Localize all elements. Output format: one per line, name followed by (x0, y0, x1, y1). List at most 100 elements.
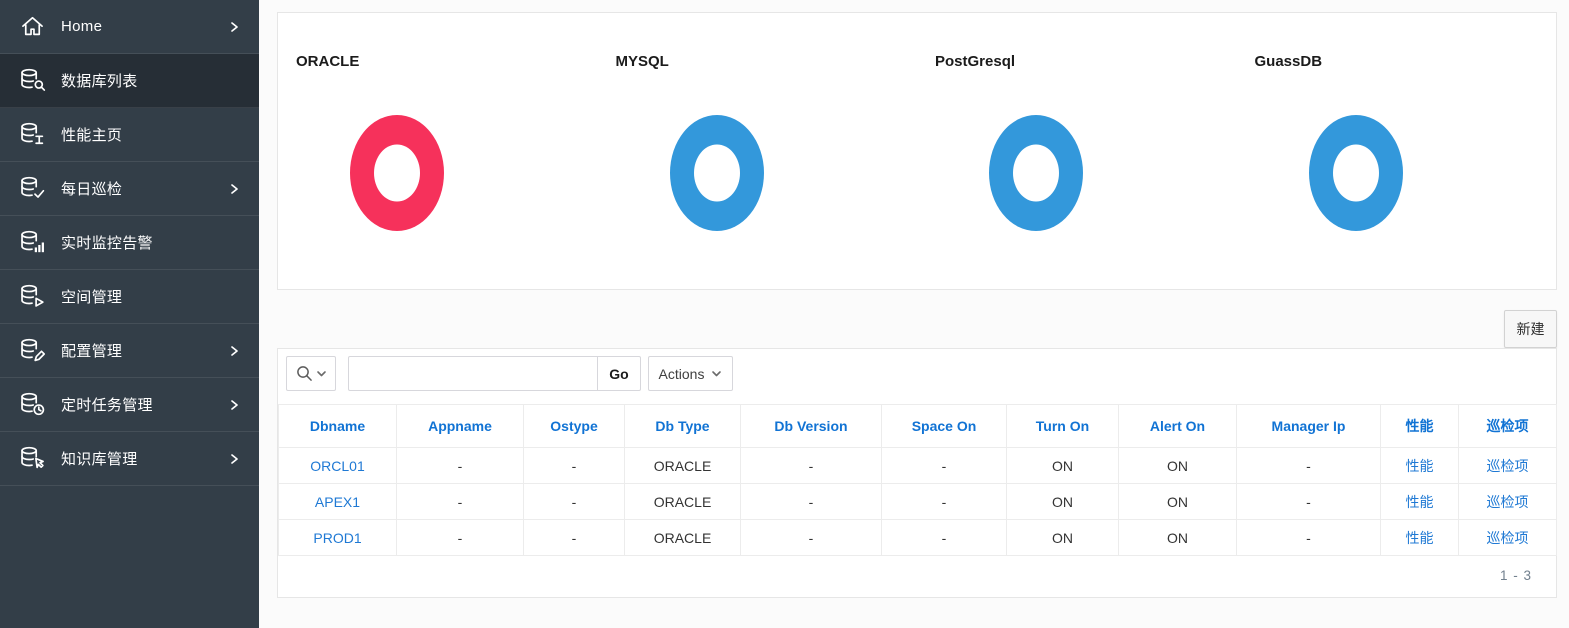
cell-ostype: - (523, 519, 625, 556)
sidebar-item-label: 空间管理 (61, 289, 123, 306)
cell-alert-on: ON (1118, 447, 1237, 484)
database-play-icon (21, 284, 44, 307)
database-clock-icon (21, 392, 45, 416)
chart-title: MYSQL (615, 53, 669, 70)
sidebar-item-label: 每日巡检 (61, 181, 123, 198)
column-header-appname[interactable]: Appname (396, 404, 524, 448)
sidebar-item-label: 定时任务管理 (61, 397, 153, 414)
cell-alert-on: ON (1118, 519, 1237, 556)
column-header-alert-on[interactable]: Alert On (1118, 404, 1237, 448)
cell-appname: - (396, 483, 524, 520)
database-performance-icon (21, 122, 44, 145)
new-button[interactable]: 新建 (1504, 310, 1557, 348)
interactive-report-toolbar: Go Actions (286, 356, 733, 391)
sidebar-item-home[interactable]: Home (0, 0, 259, 54)
dbname-link[interactable]: PROD1 (313, 530, 361, 546)
database-type-charts-card: ORACLE MYSQL PostGresql GuassDB (277, 12, 1557, 290)
donut-chart-postgresql: PostGresql (917, 13, 1237, 289)
donut-ring (1308, 115, 1403, 231)
sidebar-item-performance-home[interactable]: 性能主页 (0, 108, 259, 162)
sidebar-item-realtime-monitoring-alerts[interactable]: 实时监控告警 (0, 216, 259, 270)
cell-performance: 性能 (1380, 447, 1459, 484)
inspection-link[interactable]: 巡检项 (1487, 494, 1529, 510)
performance-link[interactable]: 性能 (1406, 458, 1434, 474)
sidebar-item-scheduled-tasks[interactable]: 定时任务管理 (0, 378, 259, 432)
cell-performance: 性能 (1380, 519, 1459, 556)
sidebar-item-label: 实时监控告警 (61, 235, 153, 252)
sidebar: Home 数据库列表 性能主页 每日巡检 实时监控告警 空间管理 配置管理 定时… (0, 0, 259, 628)
sidebar-item-knowledge-base[interactable]: 知识库管理 (0, 432, 259, 486)
cell-db-version: - (740, 447, 882, 484)
cell-space-on: - (881, 483, 1007, 520)
sidebar-item-label: 性能主页 (61, 127, 123, 144)
cell-space-on: - (881, 519, 1007, 556)
sidebar-item-config-management[interactable]: 配置管理 (0, 324, 259, 378)
database-edit-icon (21, 338, 46, 362)
column-header-performance[interactable]: 性能 (1380, 404, 1459, 448)
cell-turn-on: ON (1006, 447, 1119, 484)
actions-label: Actions (658, 365, 705, 382)
cell-turn-on: ON (1006, 519, 1119, 556)
cell-inspection: 巡检项 (1458, 519, 1557, 556)
table-row: ORCL01 - - ORACLE - - ON ON - 性能 巡检项 (278, 447, 1557, 484)
column-header-dbname[interactable]: Dbname (278, 404, 397, 448)
cell-manager-ip: - (1236, 447, 1381, 484)
table-header-row: Dbname Appname Ostype Db Type Db Version… (278, 404, 1557, 448)
database-chart-icon (21, 230, 44, 253)
chevron-right-icon (231, 399, 238, 410)
cell-ostype: - (523, 483, 625, 520)
database-list-report-card: Go Actions Dbname Appname Ostype Db Type… (277, 348, 1557, 598)
column-header-manager-ip[interactable]: Manager Ip (1236, 404, 1381, 448)
chart-title: PostGresql (935, 53, 1016, 70)
column-header-turn-on[interactable]: Turn On (1006, 404, 1119, 448)
cell-performance: 性能 (1380, 483, 1459, 520)
dbname-link[interactable]: APEX1 (315, 494, 360, 510)
cell-db-version: - (740, 519, 882, 556)
search-icon (296, 366, 312, 381)
column-header-db-version[interactable]: Db Version (740, 404, 882, 448)
cell-dbname: PROD1 (278, 519, 397, 556)
chevron-down-icon (316, 371, 326, 377)
cell-dbname: ORCL01 (278, 447, 397, 484)
cell-turn-on: ON (1006, 483, 1119, 520)
performance-link[interactable]: 性能 (1406, 530, 1434, 546)
chevron-right-icon (231, 345, 238, 356)
chevron-right-icon (231, 183, 238, 194)
actions-button[interactable]: Actions (648, 356, 733, 391)
database-check-icon (21, 176, 45, 198)
dbname-link[interactable]: ORCL01 (310, 458, 364, 474)
column-header-db-type[interactable]: Db Type (624, 404, 741, 448)
cell-db-type: ORACLE (624, 483, 741, 520)
pagination-label: 1 - 3 (1499, 568, 1532, 583)
chevron-down-icon (712, 371, 722, 377)
sidebar-item-label: 知识库管理 (61, 451, 138, 468)
column-header-ostype[interactable]: Ostype (523, 404, 625, 448)
donut-chart-guassdb: GuassDB (1237, 13, 1557, 289)
inspection-link[interactable]: 巡检项 (1487, 530, 1529, 546)
search-input[interactable] (348, 356, 598, 391)
go-button[interactable]: Go (597, 356, 641, 391)
performance-link[interactable]: 性能 (1406, 494, 1434, 510)
sidebar-item-label: 数据库列表 (61, 73, 138, 90)
donut-ring (989, 115, 1083, 231)
cell-space-on: - (881, 447, 1007, 484)
cell-db-type: ORACLE (624, 519, 741, 556)
chevron-right-icon (231, 21, 238, 32)
database-pointer-icon (21, 446, 44, 469)
sidebar-item-label: Home (61, 18, 103, 35)
home-icon (22, 16, 43, 36)
cell-db-type: ORACLE (624, 447, 741, 484)
column-header-inspection[interactable]: 巡检项 (1458, 404, 1557, 448)
search-dropdown-button[interactable] (286, 356, 336, 391)
inspection-link[interactable]: 巡检项 (1487, 458, 1529, 474)
sidebar-item-space-management[interactable]: 空间管理 (0, 270, 259, 324)
table-row: PROD1 - - ORACLE - - ON ON - 性能 巡检项 (278, 519, 1557, 556)
cell-appname: - (396, 519, 524, 556)
sidebar-item-database-list[interactable]: 数据库列表 (0, 54, 259, 108)
cell-manager-ip: - (1236, 483, 1381, 520)
cell-appname: - (396, 447, 524, 484)
chevron-right-icon (231, 453, 238, 464)
cell-ostype: - (523, 447, 625, 484)
column-header-space-on[interactable]: Space On (881, 404, 1007, 448)
sidebar-item-daily-inspection[interactable]: 每日巡检 (0, 162, 259, 216)
